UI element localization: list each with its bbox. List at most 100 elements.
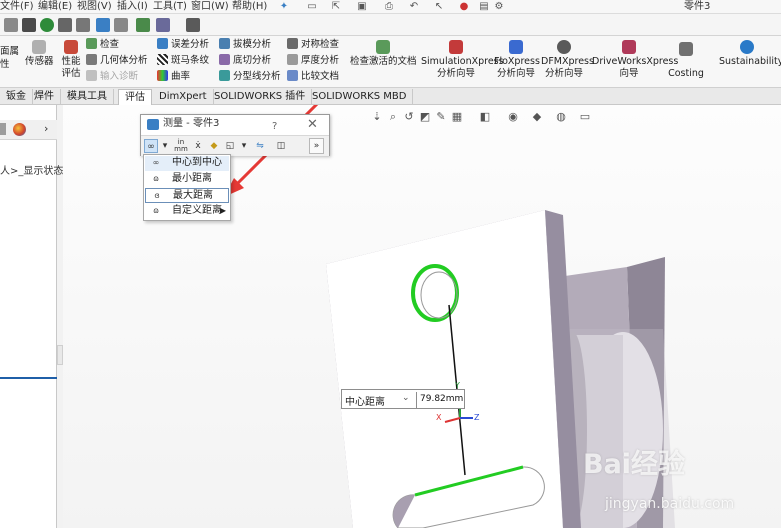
tab-solidworks-mbd[interactable]: SOLIDWORKS MBD xyxy=(306,89,414,105)
parting-line-button[interactable]: 分型线分析 xyxy=(219,70,281,83)
display-style-icon[interactable]: ◧ xyxy=(478,110,492,124)
compare-icon xyxy=(287,70,298,81)
symmetry-icon xyxy=(287,38,298,49)
menu-window[interactable]: 窗口(W) xyxy=(191,0,229,14)
undercut-analysis-button[interactable]: 底切分析 xyxy=(219,54,271,67)
tab-weldments[interactable]: 焊件 xyxy=(28,89,61,105)
section-view-icon[interactable]: ◩ xyxy=(418,110,432,124)
scenes-icon[interactable]: ◍ xyxy=(554,110,568,124)
zoom-icon[interactable] xyxy=(96,18,110,32)
sustainability-button[interactable]: Sustainability xyxy=(719,40,781,68)
menu-edit[interactable]: 编辑(E) xyxy=(38,0,72,14)
tab-solidworks-addins[interactable]: SOLIDWORKS 插件 xyxy=(208,89,313,105)
deviation-analysis-button[interactable]: 误差分析 xyxy=(157,38,209,51)
hide-show-icon[interactable]: ◉ xyxy=(506,110,520,124)
pin-icon[interactable]: ✦ xyxy=(278,1,290,13)
performance-eval-button[interactable]: 性能 评估 xyxy=(60,40,82,80)
options-icon[interactable]: ⚙ xyxy=(493,1,505,13)
face-props-label-2[interactable]: 性 xyxy=(0,58,10,71)
layout-icon[interactable] xyxy=(186,18,200,32)
menu-tools[interactable]: 工具(T) xyxy=(153,0,187,14)
measurement-mode[interactable]: 中心距离 xyxy=(345,393,385,408)
geometry-icon xyxy=(86,54,97,65)
dimension-icon[interactable] xyxy=(58,18,72,32)
undo-icon[interactable]: ↶ xyxy=(408,1,420,13)
tab-mold-tools[interactable]: 模具工具 xyxy=(61,89,114,105)
check-active-doc-button[interactable]: 检查激活的文档 xyxy=(350,40,417,68)
sensor-button[interactable]: 传感器 xyxy=(25,40,54,68)
projection-dropdown-icon[interactable]: ▾ xyxy=(237,139,251,153)
import-diagnostics-button[interactable]: 输入诊断 xyxy=(86,70,138,83)
geometry-analysis-button[interactable]: 几何体分析 xyxy=(86,54,148,67)
new-doc-icon[interactable]: ▭ xyxy=(306,1,318,13)
select-icon[interactable]: ↖ xyxy=(433,1,445,13)
previous-view-icon[interactable]: ↺ xyxy=(402,110,416,124)
projection-icon[interactable]: ◱ xyxy=(223,139,237,153)
rebuild-icon[interactable]: ● xyxy=(458,1,470,13)
menu-item-max-distance[interactable]: ɞ 最大距离 xyxy=(145,188,229,203)
chevron-right-icon[interactable]: › xyxy=(44,122,48,135)
show-xyz-icon[interactable]: ẋ xyxy=(191,139,205,153)
curvature-button[interactable]: 曲率 xyxy=(157,70,190,83)
zebra-stripes-button[interactable]: 斑马条纹 xyxy=(157,54,209,67)
view-settings-icon[interactable]: ▭ xyxy=(578,110,592,124)
face-props-label[interactable]: 面属 xyxy=(0,45,19,58)
close-icon[interactable]: ✕ xyxy=(307,116,318,134)
mode-dropdown-icon[interactable]: ⌄ xyxy=(402,393,410,403)
measure-history-icon[interactable]: ⇋ xyxy=(253,139,267,153)
sketch-icon[interactable] xyxy=(4,18,18,32)
measure-dialog[interactable]: 测量 - 零件3 ? ✕ ∞ ▾ in mm ẋ ◆ ◱ ▾ ⇋ ◫ » xyxy=(140,114,330,156)
point-to-point-icon[interactable]: ◆ xyxy=(207,139,221,153)
menu-help[interactable]: 帮助(H) xyxy=(232,0,267,14)
print-icon[interactable]: ⎙ xyxy=(383,1,395,13)
display-manager-icon[interactable] xyxy=(13,123,26,136)
simulationxpress-button[interactable]: SimulationXpress 分析向导 xyxy=(421,40,504,80)
help-icon[interactable]: ? xyxy=(272,118,277,136)
edit-appearance-icon[interactable]: ◆ xyxy=(530,110,544,124)
measurement-callout[interactable]: 中心距离 ⌄ 79.82mm xyxy=(341,389,465,409)
tab-evaluate[interactable]: 评估 xyxy=(118,89,152,105)
appearance-icon[interactable] xyxy=(40,18,54,32)
floxpress-button[interactable]: FloXpress 分析向导 xyxy=(494,40,540,80)
menu-view[interactable]: 视图(V) xyxy=(77,0,112,14)
save-icon[interactable]: ▣ xyxy=(356,1,368,13)
create-sensor-icon[interactable]: ◫ xyxy=(274,139,288,153)
feature-tree-tab-icon[interactable] xyxy=(0,123,6,135)
check-button[interactable]: 检查 xyxy=(86,38,119,51)
triad-x-label: X xyxy=(436,413,442,422)
thickness-icon xyxy=(287,54,298,65)
menu-item-center-to-center[interactable]: ∞ 中心到中心 xyxy=(145,156,229,171)
driveworksxpress-button[interactable]: DriveWorksXpress 向导 xyxy=(592,40,678,80)
display-icon[interactable] xyxy=(22,18,36,32)
binocular-icon[interactable] xyxy=(114,18,128,32)
draft-analysis-button[interactable]: 拔模分析 xyxy=(219,38,271,51)
arc-circle-measure-icon[interactable]: ∞ xyxy=(144,139,158,153)
menu-file[interactable]: 文件(F) xyxy=(0,0,34,14)
menu-insert[interactable]: 插入(I) xyxy=(117,0,148,14)
view-orientation-icon[interactable]: ▦ xyxy=(450,110,464,124)
menu-item-custom-distance[interactable]: ɷ 自定义距离 ▶ xyxy=(145,204,229,219)
zoom-area-icon[interactable]: ⌕ xyxy=(386,110,400,124)
units-precision-button[interactable]: in mm xyxy=(174,139,188,153)
zoom-to-fit-icon[interactable]: ⇣ xyxy=(370,110,384,124)
compare-documents-button[interactable]: 比较文档 xyxy=(287,70,339,83)
menu-item-min-distance[interactable]: ɷ 最小距离 xyxy=(145,172,229,187)
dfmxpress-button[interactable]: DFMXpress 分析向导 xyxy=(541,40,594,80)
tree-display-state[interactable]: 人>_显示状态 xyxy=(0,162,63,177)
open-icon[interactable]: ⇱ xyxy=(330,1,342,13)
measure-title-bar[interactable]: 测量 - 零件3 ? ✕ xyxy=(141,115,329,134)
tab-dimxpert[interactable]: DimXpert xyxy=(153,89,214,105)
print-preview-icon[interactable] xyxy=(156,18,170,32)
symmetry-check-button[interactable]: 对称检查 xyxy=(287,38,339,51)
thickness-analysis-button[interactable]: 厚度分析 xyxy=(287,54,339,67)
dynamic-annotation-icon[interactable]: ✎ xyxy=(434,110,448,124)
collapse-dialog-button[interactable]: » xyxy=(309,138,324,154)
diagnostics-icon xyxy=(86,70,97,81)
file-props-icon[interactable]: ▤ xyxy=(478,1,490,13)
deviation-icon xyxy=(157,38,168,49)
relations-icon[interactable] xyxy=(76,18,90,32)
arc-measure-dropdown: ∞ 中心到中心 ɷ 最小距离 ɞ 最大距离 ɷ 自定义距离 ▶ xyxy=(143,154,231,221)
dropdown-arrow-icon[interactable]: ▾ xyxy=(158,139,172,153)
image-icon[interactable] xyxy=(136,18,150,32)
costing-button[interactable]: Costing xyxy=(668,42,704,80)
